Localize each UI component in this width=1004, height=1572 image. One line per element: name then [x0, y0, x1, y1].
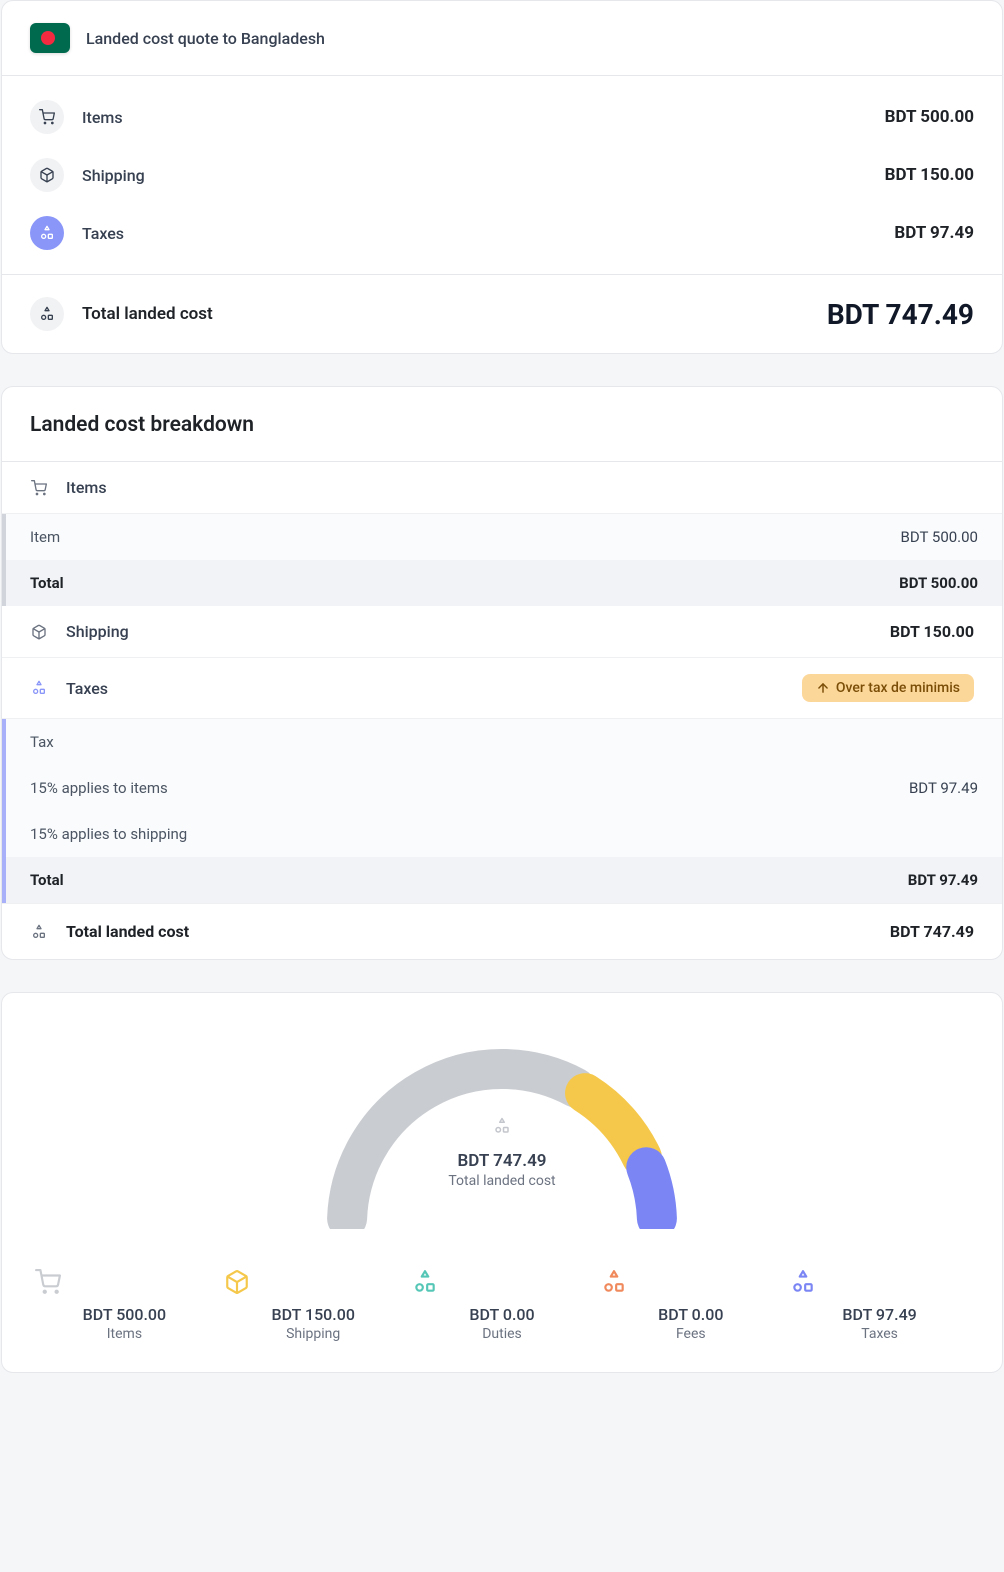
items-value: BDT 500.00 — [885, 107, 974, 127]
breakdown-items-head: Items — [2, 462, 1002, 514]
total-label: Total landed cost — [82, 304, 213, 324]
breakdown-final-value: BDT 747.49 — [890, 922, 974, 941]
box-icon — [30, 623, 48, 641]
breakdown-taxes-label: Taxes — [66, 679, 108, 698]
breakdown-shipping-value: BDT 150.00 — [890, 622, 974, 641]
gauge-center: BDT 747.49 Total landed cost — [302, 1117, 702, 1189]
table-row: Tax — [2, 719, 1002, 765]
summary-row-shipping: Shipping BDT 150.00 — [2, 146, 1002, 204]
shapes-icon — [601, 1269, 780, 1295]
breakdown-taxes-rows: Tax 15% applies to items BDT 97.49 15% a… — [2, 719, 1002, 903]
breakdown-items-total: Total BDT 500.00 — [2, 560, 1002, 606]
shapes-icon — [412, 1269, 591, 1295]
breakdown-items-rows: Item BDT 500.00 Total BDT 500.00 — [2, 514, 1002, 606]
breakdown-card: Landed cost breakdown Items Item BDT 500… — [1, 386, 1003, 960]
shapes-icon — [30, 679, 48, 697]
taxes-label: Taxes — [82, 224, 124, 243]
gauge-chart: BDT 747.49 Total landed cost — [302, 1029, 702, 1229]
box-icon — [224, 1269, 403, 1295]
shapes-icon — [493, 1117, 511, 1135]
legend-duties: BDT 0.00 Duties — [412, 1269, 591, 1342]
breakdown-taxes-total: Total BDT 97.49 — [2, 857, 1002, 903]
cart-icon — [35, 1269, 214, 1295]
gauge-card: BDT 747.49 Total landed cost BDT 500.00 … — [1, 992, 1003, 1373]
arrow-up-icon — [816, 681, 830, 695]
table-row: 15% applies to items BDT 97.49 — [2, 765, 1002, 811]
gauge-legend: BDT 500.00 Items BDT 150.00 Shipping BDT… — [30, 1269, 974, 1342]
table-row: Item BDT 500.00 — [2, 514, 1002, 560]
cart-icon — [30, 100, 64, 134]
legend-items: BDT 500.00 Items — [35, 1269, 214, 1342]
gauge-center-value: BDT 747.49 — [302, 1151, 702, 1171]
summary-rows: Items BDT 500.00 Shipping BDT 150.00 Tax… — [2, 76, 1002, 274]
breakdown-shipping-label: Shipping — [66, 622, 129, 641]
quote-header: Landed cost quote to Bangladesh — [2, 1, 1002, 76]
gauge-center-label: Total landed cost — [302, 1173, 702, 1189]
quote-summary-card: Landed cost quote to Bangladesh Items BD… — [1, 0, 1003, 354]
shapes-icon — [30, 297, 64, 331]
table-row: 15% applies to shipping — [2, 811, 1002, 857]
legend-fees: BDT 0.00 Fees — [601, 1269, 780, 1342]
shapes-icon — [30, 923, 48, 941]
breakdown-items-label: Items — [66, 478, 107, 497]
legend-shipping: BDT 150.00 Shipping — [224, 1269, 403, 1342]
breakdown-shipping-head: Shipping BDT 150.00 — [2, 606, 1002, 658]
shapes-icon — [30, 216, 64, 250]
breakdown-taxes-head: Taxes Over tax de minimis — [2, 658, 1002, 719]
cart-icon — [30, 479, 48, 497]
items-label: Items — [82, 108, 123, 127]
box-icon — [30, 158, 64, 192]
shipping-label: Shipping — [82, 166, 145, 185]
summary-row-items: Items BDT 500.00 — [2, 88, 1002, 146]
total-section: Total landed cost BDT 747.49 — [2, 274, 1002, 353]
quote-title: Landed cost quote to Bangladesh — [86, 29, 325, 48]
flag-bangladesh — [30, 23, 70, 53]
de-minimis-pill: Over tax de minimis — [802, 674, 974, 702]
summary-row-taxes: Taxes BDT 97.49 — [2, 204, 1002, 262]
breakdown-final-label: Total landed cost — [66, 922, 189, 941]
shapes-icon — [790, 1269, 969, 1295]
taxes-value: BDT 97.49 — [894, 223, 974, 243]
breakdown-final: Total landed cost BDT 747.49 — [2, 903, 1002, 959]
legend-taxes: BDT 97.49 Taxes — [790, 1269, 969, 1342]
total-value: BDT 747.49 — [827, 298, 974, 331]
breakdown-title: Landed cost breakdown — [2, 387, 1002, 462]
shipping-value: BDT 150.00 — [885, 165, 974, 185]
